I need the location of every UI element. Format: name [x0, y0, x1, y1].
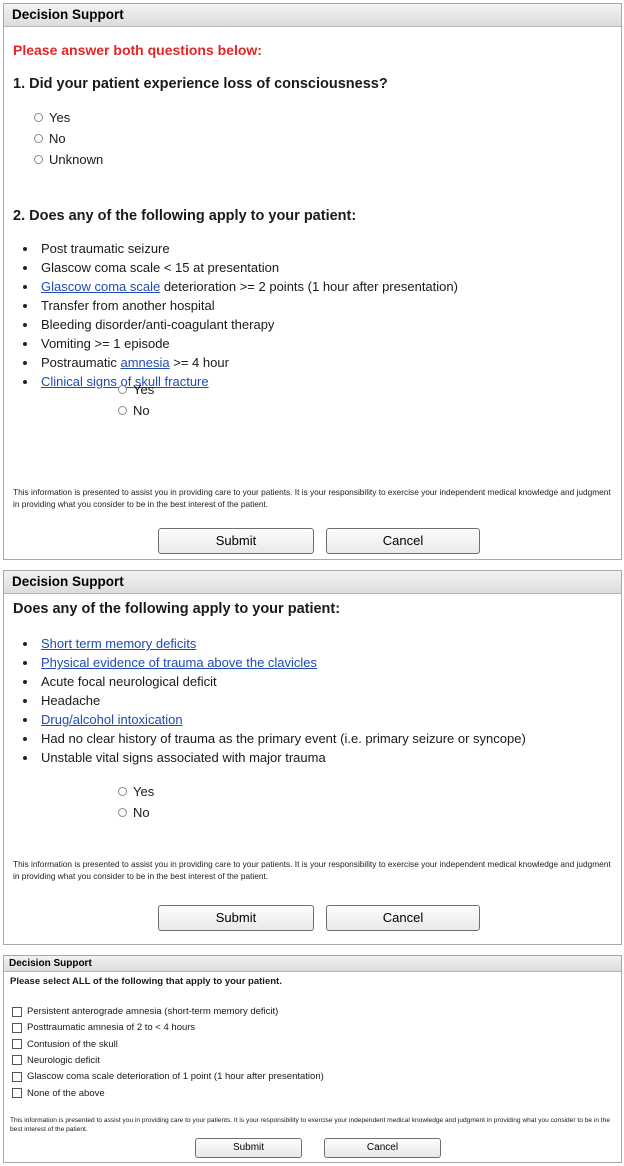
cancel-button[interactable]: Cancel: [326, 905, 480, 931]
info-link[interactable]: Short term memory deficits: [41, 636, 196, 651]
list-item-text: Unstable vital signs associated with maj…: [41, 750, 326, 765]
radio-option-yes[interactable]: Yes: [34, 110, 70, 125]
list-item: Acute focal neurological deficit: [13, 672, 526, 691]
radio-button[interactable]: [118, 385, 127, 394]
list-item-text: Transfer from another hospital: [41, 298, 215, 313]
checkbox-option[interactable]: Persistent anterograde amnesia (short-te…: [12, 1006, 278, 1017]
instruction-text: Please select ALL of the following that …: [10, 976, 282, 987]
radio-option-no[interactable]: No: [118, 403, 150, 418]
list-item: Had no clear history of trauma as the pr…: [13, 729, 526, 748]
radio-button[interactable]: [34, 113, 43, 122]
question-2: 2. Does any of the following apply to yo…: [13, 208, 357, 224]
panel-title: Decision Support: [4, 571, 621, 594]
radio-label: Yes: [133, 382, 155, 397]
radio-option-no[interactable]: No: [118, 805, 150, 820]
list-item: Vomiting >= 1 episode: [13, 334, 458, 353]
list-item-text: Acute focal neurological deficit: [41, 674, 217, 689]
radio-button[interactable]: [118, 406, 127, 415]
radio-label: Yes: [133, 784, 155, 799]
decision-support-panel-3: Decision Support Please select ALL of th…: [3, 955, 622, 1163]
checkbox[interactable]: [12, 1022, 22, 1033]
radio-option-unknown[interactable]: Unknown: [34, 152, 103, 167]
criteria-list: Short term memory deficits Physical evide…: [13, 634, 526, 767]
checkbox-option[interactable]: Contusion of the skull: [12, 1039, 118, 1050]
radio-label: No: [133, 403, 150, 418]
checkbox[interactable]: [12, 1039, 22, 1050]
list-item-text: Had no clear history of trauma as the pr…: [41, 731, 526, 746]
checkbox-label: Glascow coma scale deterioration of 1 po…: [27, 1071, 324, 1083]
list-item-text: Bleeding disorder/anti-coagulant therapy: [41, 317, 275, 332]
question-1: 1. Did your patient experience loss of c…: [13, 76, 388, 92]
info-link[interactable]: Physical evidence of trauma above the cl…: [41, 655, 317, 670]
list-item: Glascow coma scale < 15 at presentation: [13, 258, 458, 277]
list-item-text: Headache: [41, 693, 101, 708]
panel-title: Decision Support: [4, 4, 621, 27]
radio-label: Unknown: [49, 152, 104, 167]
info-link[interactable]: amnesia: [120, 355, 169, 370]
radio-button[interactable]: [34, 155, 43, 164]
cancel-button[interactable]: Cancel: [324, 1138, 441, 1158]
list-item: Unstable vital signs associated with maj…: [13, 748, 526, 767]
list-item: Physical evidence of trauma above the cl…: [13, 653, 526, 672]
list-item: Transfer from another hospital: [13, 296, 458, 315]
instruction-text: Please answer both questions below:: [13, 42, 262, 58]
list-item: Short term memory deficits: [13, 634, 526, 653]
list-item: Postraumatic amnesia >= 4 hour: [13, 353, 458, 372]
panel-title: Decision Support: [4, 956, 621, 972]
checkbox[interactable]: [12, 1055, 22, 1066]
radio-label: No: [49, 131, 66, 146]
radio-button[interactable]: [118, 808, 127, 817]
checkbox[interactable]: [12, 1088, 22, 1098]
checkbox[interactable]: [12, 1006, 22, 1017]
list-item: Post traumatic seizure: [13, 239, 458, 258]
disclaimer-text: This information is presented to assist …: [10, 1117, 610, 1133]
list-item-text: Post traumatic seizure: [41, 241, 170, 256]
cancel-button[interactable]: Cancel: [326, 528, 480, 554]
checkbox-label: None of the above: [27, 1087, 105, 1099]
question: Does any of the following apply to your …: [13, 601, 341, 617]
checkbox-option[interactable]: Posttraumatic amnesia of 2 to < 4 hours: [12, 1022, 195, 1033]
list-item-text: deterioration >= 2 points (1 hour after …: [160, 279, 458, 294]
submit-button[interactable]: Submit: [158, 528, 314, 554]
radio-option-yes[interactable]: Yes: [118, 382, 154, 397]
checkbox-option[interactable]: Neurologic deficit: [12, 1055, 100, 1066]
radio-option-yes[interactable]: Yes: [118, 784, 154, 799]
list-item: Glascow coma scale deterioration >= 2 po…: [13, 277, 458, 296]
checkbox[interactable]: [12, 1071, 22, 1082]
list-item-text: >= 4 hour: [169, 355, 229, 370]
list-item-text: Postraumatic: [41, 355, 121, 370]
submit-button[interactable]: Submit: [158, 905, 314, 931]
list-item: Clinical signs of skull fracture: [13, 372, 458, 391]
list-item-text: Vomiting >= 1 episode: [41, 336, 170, 351]
list-item-text: Glascow coma scale < 15 at presentation: [41, 260, 280, 275]
radio-label: Yes: [49, 110, 71, 125]
checkbox-option[interactable]: Glascow coma scale deterioration of 1 po…: [12, 1071, 324, 1082]
info-link[interactable]: Drug/alcohol intoxication: [41, 712, 183, 727]
submit-button[interactable]: Submit: [195, 1138, 302, 1158]
checkbox-label: Posttraumatic amnesia of 2 to < 4 hours: [27, 1022, 196, 1034]
list-item: Headache: [13, 691, 526, 710]
checkbox-label: Persistent anterograde amnesia (short-te…: [27, 1006, 279, 1017]
list-item: Bleeding disorder/anti-coagulant therapy: [13, 315, 458, 334]
checkbox-option[interactable]: None of the above: [12, 1088, 105, 1099]
disclaimer-text: This information is presented to assist …: [13, 859, 611, 881]
info-link[interactable]: Glascow coma scale: [41, 279, 160, 294]
decision-support-panel-2: Decision Support Does any of the followi…: [3, 570, 622, 945]
radio-label: No: [133, 805, 150, 820]
checkbox-label: Contusion of the skull: [27, 1038, 118, 1050]
criteria-list: Post traumatic seizure Glascow coma scale…: [13, 239, 458, 391]
radio-button[interactable]: [118, 787, 127, 796]
list-item: Drug/alcohol intoxication: [13, 710, 526, 729]
decision-support-panel-1: Decision Support Please answer both ques…: [3, 3, 622, 560]
radio-button[interactable]: [34, 134, 43, 143]
checkbox-label: Neurologic deficit: [27, 1054, 100, 1066]
radio-option-no[interactable]: No: [34, 131, 66, 146]
disclaimer-text: This information is presented to assist …: [13, 487, 611, 509]
